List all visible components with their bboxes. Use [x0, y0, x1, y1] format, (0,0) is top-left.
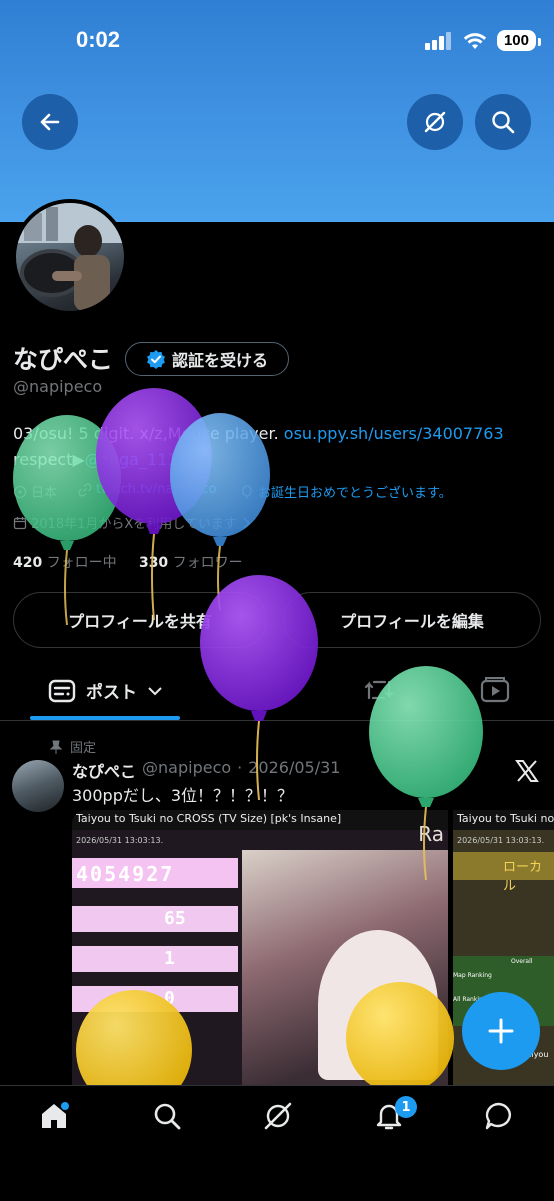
post-text: 300ppだし、3位！？！？！？ [72, 786, 294, 805]
verified-badge-icon [146, 350, 165, 369]
media1-combo-c: 0 [164, 988, 175, 1009]
message-bubble-icon [485, 1102, 511, 1130]
pinned-indicator: 固定 [50, 737, 96, 756]
nav-grok[interactable] [262, 1100, 294, 1136]
tab-videos[interactable] [480, 676, 510, 708]
status-time: 0:02 [76, 27, 121, 52]
avatar-photo [16, 203, 124, 311]
respect-mention-link[interactable]: @zaga_1111 [85, 450, 188, 469]
calendar-icon [13, 516, 27, 529]
birthday-text: お誕生日おめでとうございます。 [258, 486, 452, 501]
posts-icon [48, 679, 76, 702]
get-verified-button[interactable]: 認証を受ける [125, 342, 289, 376]
notifications-badge: 1 [395, 1096, 417, 1118]
grok-button[interactable] [407, 94, 463, 150]
chevron-down-icon [148, 686, 162, 695]
active-tab-indicator [30, 716, 180, 720]
birthday-item: お誕生日おめでとうございます。 [240, 482, 452, 501]
location-item: 日本 [13, 482, 57, 501]
post-avatar[interactable] [12, 760, 64, 812]
following-label: フォロー中 [46, 555, 117, 571]
pin-icon [50, 740, 62, 754]
post-separator: · [237, 758, 243, 777]
arrow-left-icon [40, 113, 60, 131]
osu-profile-link[interactable]: osu.ppy.sh/users/34007763 [284, 424, 504, 443]
bio-text-1: 03/osu! 5 digit. x/z,Mouse player. [13, 424, 284, 443]
joined-item[interactable]: 2018年1月からXを利用しています [13, 513, 251, 532]
get-verified-label: 認証を受ける [171, 351, 268, 370]
tab-posts[interactable]: ポスト [48, 678, 163, 703]
compose-post-button[interactable] [462, 992, 540, 1070]
following-stat[interactable]: 420 フォロー中 [13, 555, 117, 571]
back-button[interactable] [22, 94, 78, 150]
location-pin-icon [13, 485, 27, 498]
media1-title: Taiyou to Tsuki no CROSS (TV Size) [pk's… [76, 812, 342, 825]
bio-line-1: 03/osu! 5 digit. x/z,Mouse player. osu.p… [13, 421, 543, 447]
website-link[interactable]: twitch.tv/napipeco [96, 482, 217, 497]
battery-indicator: 100 [496, 30, 542, 51]
media2-overall: Overall [511, 958, 533, 965]
edit-profile-button[interactable]: プロフィールを編集 [283, 592, 541, 648]
grok-icon [424, 111, 446, 133]
video-icon [480, 677, 510, 703]
x-logo-icon [514, 758, 540, 788]
bio-line-2: respect▶@zaga_1111 [13, 447, 543, 473]
media1-combo-a: 65 [164, 908, 186, 929]
media2-local-label: ローカル [503, 860, 543, 894]
post-date[interactable]: 2026/05/31 [248, 758, 340, 782]
search-icon [492, 111, 515, 134]
status-icons: 100 [424, 30, 542, 51]
nav-messages[interactable] [483, 1100, 515, 1136]
media1-combo-b: 1 [164, 948, 175, 969]
profile-bio: 03/osu! 5 digit. x/z,Mouse player. osu.p… [13, 421, 543, 473]
joined-text: 2018年1月からXを利用しています [31, 517, 237, 532]
post-media-1[interactable]: Taiyou to Tsuki no CROSS (TV Size) [pk's… [72, 810, 448, 1085]
pinned-label: 固定 [70, 741, 97, 756]
media2-map-ranking: Map Ranking [453, 972, 492, 979]
grok-icon [264, 1102, 292, 1130]
repost-icon [364, 680, 394, 700]
followers-count: 330 [138, 555, 169, 571]
home-icon [42, 1102, 69, 1128]
follow-stats: 420 フォロー中 330 フォロワー [13, 552, 243, 572]
post-handle[interactable]: @napipeco [142, 758, 231, 782]
media1-timestamp: 2026/05/31 13:03:13. [76, 836, 164, 845]
profile-handle: @napipeco [13, 377, 103, 396]
website-item[interactable]: twitch.tv/napipeco [78, 482, 217, 497]
followers-stat[interactable]: 330 フォロワー [139, 555, 243, 571]
post-author[interactable]: なぴぺこ [72, 758, 136, 782]
link-icon [78, 482, 92, 497]
followers-label: フォロワー [172, 555, 243, 571]
profile-avatar[interactable] [12, 199, 128, 315]
tab-reposts[interactable] [364, 676, 394, 708]
profile-name: なぴぺこ [13, 345, 114, 374]
following-count: 420 [13, 555, 43, 571]
signal-icon [424, 31, 451, 50]
search-icon [154, 1103, 181, 1130]
plus-icon [488, 1018, 514, 1044]
wifi-icon [463, 32, 487, 49]
media2-title: Taiyou to Tsuki no [457, 812, 554, 825]
chevron-right-icon [243, 516, 250, 529]
balloon-icon [242, 484, 252, 499]
nav-search[interactable] [151, 1100, 183, 1136]
media2-timestamp: 2026/05/31 13:03:13. [457, 836, 545, 845]
post-header: なぴぺこ @napipeco · 2026/05/31 [72, 758, 340, 782]
nav-home[interactable] [38, 1100, 70, 1136]
bio-text-2: respect▶ [13, 450, 85, 469]
media1-score: 4054927 [76, 862, 175, 886]
location-text: 日本 [31, 486, 58, 501]
share-profile-button[interactable]: プロフィールを共有 [13, 592, 267, 648]
tab-posts-label: ポスト [86, 683, 137, 703]
media1-rank-text: Ra [418, 822, 444, 846]
search-button[interactable] [475, 94, 531, 150]
